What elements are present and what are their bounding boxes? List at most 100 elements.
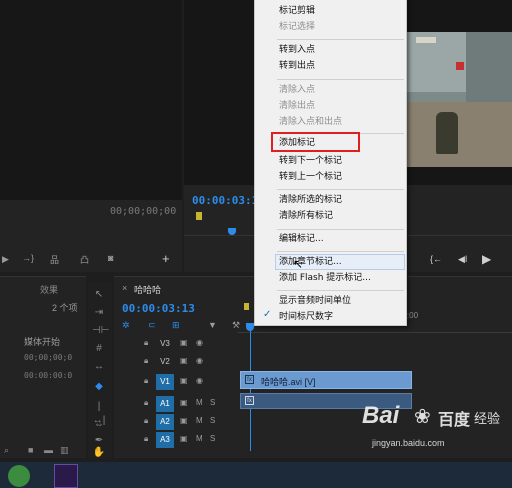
go-to-in-icon[interactable]: {←	[430, 254, 442, 264]
menu-item-clear-selected-markers[interactable]: 清除所选的标记	[279, 193, 342, 207]
mute-button[interactable]: M	[196, 397, 203, 409]
solo-button[interactable]: S	[210, 433, 215, 445]
eye-icon[interactable]: ◉	[196, 355, 203, 367]
mute-button[interactable]: M	[196, 433, 203, 445]
marker-icon[interactable]: ▼	[208, 320, 217, 330]
ruler-in-marker[interactable]	[244, 303, 249, 310]
lock-icon[interactable]: 🔒︎	[144, 415, 148, 427]
timeline-playhead-head[interactable]	[246, 323, 254, 331]
media-start-row-2: 00:00:00:0	[24, 371, 73, 380]
menu-item-mark-selection[interactable]: 标记选择	[279, 20, 315, 34]
source-timecode: 00;00;00;00	[110, 206, 177, 217]
overwrite-icon[interactable]: 品	[50, 253, 59, 266]
track-v1: 🔒︎ V1 ▣ ◉	[114, 371, 238, 393]
menu-item-mark-clip[interactable]: 标记剪辑	[279, 4, 315, 18]
track-headers: 🔒︎ V3 ▣ ◉ 🔒︎ V2 ▣ ◉ 🔒︎ V1 ▣ ◉ 🔒︎ A1 ▣ M …	[114, 335, 238, 451]
playhead-marker[interactable]	[228, 228, 236, 235]
menu-item-clear-in-out[interactable]: 清除入点和出点	[279, 115, 342, 129]
close-tab-icon[interactable]: ×	[122, 283, 127, 293]
taskbar	[0, 462, 512, 488]
lock-icon[interactable]: 🔒︎	[144, 433, 148, 445]
export-frame-icon[interactable]: 凸	[80, 253, 89, 266]
menu-item-go-to-out[interactable]: 转到出点	[279, 59, 315, 73]
step-back-icon[interactable]: ◀I	[458, 254, 467, 265]
timeline-tab[interactable]: 哈哈哈	[134, 283, 161, 296]
sync-lock-icon[interactable]: ▣	[180, 375, 188, 387]
menu-item-add-chapter-marker[interactable]: 添加章节标记...	[279, 255, 342, 269]
solo-button[interactable]: S	[210, 415, 215, 427]
track-label-a3[interactable]: A3	[156, 432, 174, 448]
new-bin-icon[interactable]: ▬	[44, 445, 53, 455]
start-button-icon[interactable]	[8, 465, 30, 487]
sync-lock-icon[interactable]: ▣	[180, 355, 188, 367]
menu-item-time-ruler-numbers[interactable]: 时间标尺数字	[279, 310, 333, 324]
slip-tool-icon[interactable]: |↔|	[92, 400, 106, 426]
track-label-v3[interactable]: V3	[156, 336, 174, 352]
sync-lock-icon[interactable]: ▣	[180, 397, 188, 409]
add-button-icon[interactable]: +	[162, 251, 170, 266]
sync-lock-icon[interactable]: ▣	[180, 433, 188, 445]
delete-icon[interactable]: ▥	[60, 445, 69, 456]
track-label-a1[interactable]: A1	[156, 396, 174, 412]
menu-item-add-marker[interactable]: 添加标记	[279, 136, 315, 150]
linked-selection-icon[interactable]: ⊂	[148, 320, 156, 331]
eye-icon[interactable]: ◉	[196, 337, 203, 349]
play-icon[interactable]: ▶	[482, 252, 491, 266]
step-forward-icon[interactable]: ▶	[2, 254, 9, 265]
ripple-edit-tool-icon[interactable]: ⊣⊢	[92, 324, 109, 338]
rate-stretch-tool-icon[interactable]: ↔	[92, 360, 106, 374]
solo-button[interactable]: S	[210, 397, 215, 409]
checkmark-icon: ✓	[263, 309, 272, 320]
lock-icon[interactable]: 🔒︎	[144, 397, 148, 409]
track-label-v1[interactable]: V1	[156, 374, 174, 390]
project-panel: 效果 2 个项 媒体开始 00;00;00;0 00:00:00:0 ⌕ ■ ▬…	[0, 276, 86, 458]
razor-tool-icon[interactable]: ◆	[92, 380, 106, 394]
sync-lock-icon[interactable]: ▣	[180, 415, 188, 427]
paw-logo-icon: ❀	[414, 406, 431, 428]
insert-icon[interactable]: →}	[22, 253, 34, 263]
camera-icon[interactable]: ◙	[108, 253, 113, 263]
menu-item-add-flash-cue[interactable]: 添加 Flash 提示标记...	[279, 271, 371, 285]
project-tab[interactable]: 效果	[40, 283, 58, 296]
mute-button[interactable]: M	[196, 415, 203, 427]
track-label-v2[interactable]: V2	[156, 354, 174, 370]
search-icon[interactable]: ⌕	[4, 445, 9, 456]
premiere-app-icon[interactable]	[54, 464, 78, 488]
program-video-frame	[406, 32, 512, 167]
menu-item-go-to-in[interactable]: 转到入点	[279, 43, 315, 57]
lock-icon[interactable]: 🔒︎	[144, 355, 148, 367]
track-label-a2[interactable]: A2	[156, 414, 174, 430]
hand-tool-icon[interactable]: ✋	[92, 446, 106, 460]
new-item-icon[interactable]: ■	[28, 445, 33, 455]
lock-icon[interactable]: 🔒︎	[144, 337, 148, 349]
track-a2: 🔒︎ A2 ▣ M S	[114, 413, 238, 431]
video-clip[interactable]: fx 哈哈哈.avi [V]	[240, 371, 412, 389]
menu-separator	[277, 251, 404, 252]
add-marker-icon[interactable]: ⊞	[172, 320, 180, 331]
menu-item-prev-marker[interactable]: 转到上一个标记	[279, 170, 342, 184]
menu-item-show-audio-units[interactable]: 显示音频时间单位	[279, 294, 351, 308]
selection-tool-icon[interactable]: ↖	[92, 288, 106, 302]
media-start-row-1: 00;00;00;0	[24, 353, 73, 362]
project-item-count: 2 个项	[52, 303, 78, 313]
menu-separator	[277, 290, 404, 291]
snap-icon[interactable]: ✲	[122, 320, 130, 331]
rolling-edit-tool-icon[interactable]: #	[92, 342, 106, 356]
menu-item-clear-out[interactable]: 清除出点	[279, 99, 315, 113]
eye-icon[interactable]: ◉	[196, 375, 203, 387]
track-select-tool-icon[interactable]: ⇥	[92, 306, 106, 320]
sync-lock-icon[interactable]: ▣	[180, 337, 188, 349]
menu-item-edit-marker[interactable]: 编辑标记...	[279, 232, 324, 246]
source-monitor: 00;00;00;00 ▶ →} 品 凸 ◙ +	[0, 0, 182, 272]
fx-badge-icon: fx	[245, 375, 254, 384]
menu-item-clear-in[interactable]: 清除入点	[279, 83, 315, 97]
in-point-marker[interactable]	[196, 212, 202, 220]
source-transport-bar: ▶ →} 品 凸 ◙ +	[0, 248, 182, 272]
slide-tool-icon[interactable]: ⇔	[92, 418, 106, 432]
lock-icon[interactable]: 🔒︎	[144, 375, 148, 387]
media-start-header[interactable]: 媒体开始	[24, 335, 60, 348]
menu-item-clear-all-markers[interactable]: 清除所有标记	[279, 209, 333, 223]
timeline-timecode[interactable]: 00:00:03:13	[122, 302, 195, 315]
menu-item-next-marker[interactable]: 转到下一个标记	[279, 154, 342, 168]
watermark-brand: Bai	[362, 402, 400, 429]
